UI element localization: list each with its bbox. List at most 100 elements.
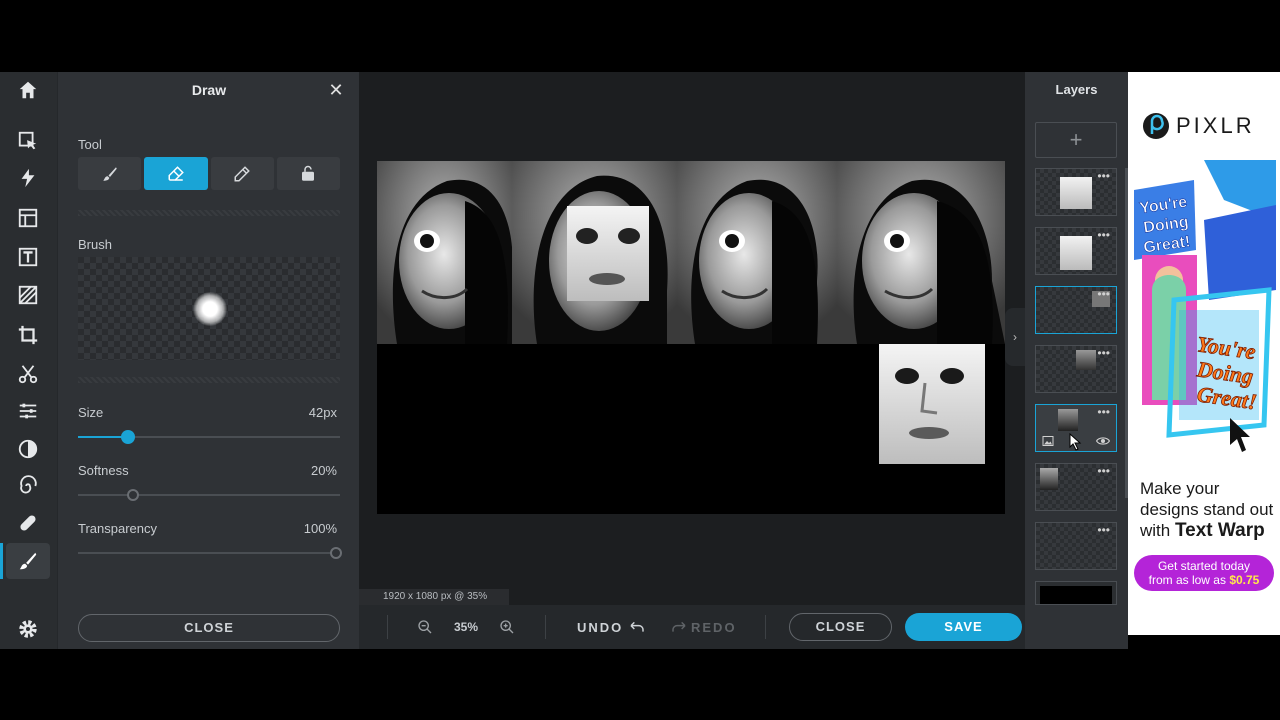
ad-cta-button[interactable]: Get started today from as low as $0.75 (1134, 555, 1274, 591)
redo-icon (672, 621, 686, 632)
settings-button[interactable] (8, 612, 48, 646)
liquify-icon (20, 475, 37, 494)
face-panel-3 (677, 161, 837, 344)
brush-preview[interactable] (78, 257, 340, 360)
fill-tool-button[interactable] (276, 157, 340, 190)
ad-artwork: You're Doing Great! You're Doing Great! (1134, 160, 1276, 460)
ad-brand-name: PIXLR (1176, 113, 1255, 138)
zoom-in-button[interactable] (499, 605, 515, 649)
draw-tool-button[interactable] (6, 543, 50, 579)
slider-handle[interactable] (330, 547, 342, 559)
zoom-out-button[interactable] (417, 605, 433, 649)
divider (765, 615, 766, 639)
redo-label: REDO (691, 619, 737, 635)
contrast-icon (18, 439, 38, 459)
liquify-tool-button[interactable] (8, 469, 48, 503)
more-icon[interactable]: ••• (1097, 524, 1110, 536)
zoom-out-icon (418, 620, 432, 634)
save-button[interactable]: SAVE (905, 613, 1022, 641)
layout-icon (18, 208, 38, 228)
more-icon[interactable]: ••• (1097, 347, 1110, 359)
pixlr-editor: Draw ✕ Tool Brush Size 42px Softness 20%… (0, 72, 1280, 649)
layer-item[interactable]: ••• (1035, 227, 1117, 275)
fill-icon (302, 165, 315, 181)
canvas-image (377, 161, 1005, 514)
close-icon[interactable]: ✕ (325, 79, 347, 101)
image-canvas[interactable] (377, 161, 1005, 514)
undo-icon (630, 621, 645, 632)
active-indicator (0, 543, 3, 579)
zoom-value: 35% (454, 620, 479, 634)
brush-label: Brush (78, 237, 112, 252)
more-icon[interactable]: ••• (1097, 229, 1110, 241)
cut-icon (18, 365, 38, 384)
more-icon[interactable]: ••• (1097, 406, 1110, 418)
layer-item[interactable]: ••• (1035, 522, 1117, 570)
redo-button[interactable]: REDO (671, 605, 737, 649)
layer-item[interactable]: ••• (1035, 286, 1117, 334)
brush-dot (193, 292, 227, 326)
more-icon[interactable]: ••• (1097, 288, 1110, 300)
undo-button[interactable]: UNDO (577, 605, 645, 649)
heal-tool-button[interactable] (8, 506, 48, 540)
crop-icon (18, 325, 38, 345)
tool-label: Tool (78, 137, 102, 152)
ad-cta-line-2: from as low as $0.75 (1134, 573, 1274, 587)
pencil-tool-button[interactable] (210, 157, 274, 190)
slider-track (78, 494, 340, 496)
more-icon[interactable]: ••• (1097, 465, 1110, 477)
eye-icon[interactable] (1096, 435, 1110, 447)
layer-item[interactable]: ••• (1035, 345, 1117, 393)
transparency-value: 100% (303, 521, 337, 536)
pattern-tool-button[interactable] (8, 278, 48, 312)
draw-panel: Draw ✕ Tool Brush Size 42px Softness 20%… (57, 72, 359, 649)
ad-tagline: Make your designs stand out with Text Wa… (1140, 478, 1280, 541)
layer-item-background[interactable] (1035, 581, 1117, 605)
eraser-tool-button[interactable] (144, 157, 208, 190)
bottom-toolbar: 35% UNDO REDO CLOSE SAVE (359, 605, 1025, 649)
add-layer-button[interactable]: + (1035, 122, 1117, 158)
advertisement[interactable]: PIXLR You're Doing Great! You're Doing G… (1128, 72, 1280, 635)
slider-handle[interactable] (121, 430, 135, 444)
tool-selector (78, 157, 340, 190)
auto-fix-button[interactable] (8, 161, 48, 195)
close-button[interactable]: CLOSE (789, 613, 892, 641)
left-tool-rail (0, 72, 57, 649)
layout-tool-button[interactable] (8, 201, 48, 235)
heal-icon (20, 515, 36, 531)
face-panel-2 (512, 161, 677, 344)
panel-title: Draw (191, 82, 227, 98)
pencil-icon (234, 165, 250, 181)
layer-thumbnail (1060, 177, 1092, 209)
layer-thumbnail (1040, 468, 1058, 490)
filter-tool-button[interactable] (8, 432, 48, 466)
arrange-tool-button[interactable] (8, 124, 48, 158)
text-icon (18, 247, 38, 267)
brush-tool-button[interactable] (78, 157, 142, 190)
size-slider[interactable] (78, 430, 340, 444)
panel-close-button[interactable]: CLOSE (78, 614, 340, 642)
ad-cta-line-2-text: from as low as (1148, 573, 1226, 587)
settings-icon (19, 620, 37, 638)
layer-item-hovered[interactable]: ••• (1035, 404, 1117, 452)
layer-thumbnail (1058, 409, 1078, 431)
more-icon[interactable]: ••• (1097, 170, 1110, 182)
home-icon (19, 81, 37, 99)
text-tool-button[interactable] (8, 240, 48, 274)
slider-handle[interactable] (127, 489, 139, 501)
crop-tool-button[interactable] (8, 318, 48, 352)
select-icon (18, 131, 37, 150)
transparency-slider[interactable] (78, 546, 342, 560)
home-button[interactable] (8, 73, 48, 107)
chevron-right-icon[interactable]: › (1005, 308, 1025, 366)
divider (545, 615, 546, 639)
undo-label: UNDO (577, 619, 624, 635)
softness-slider[interactable] (78, 488, 340, 502)
cutout-tool-button[interactable] (8, 357, 48, 391)
layer-item[interactable]: ••• (1035, 463, 1117, 511)
layers-title: Layers (1055, 82, 1098, 97)
layer-item[interactable]: ••• (1035, 168, 1117, 216)
layer-thumbnail (1040, 586, 1112, 604)
adjust-tool-button[interactable] (8, 394, 48, 428)
canvas-stage: 1920 x 1080 px @ 35% › (359, 72, 1025, 649)
